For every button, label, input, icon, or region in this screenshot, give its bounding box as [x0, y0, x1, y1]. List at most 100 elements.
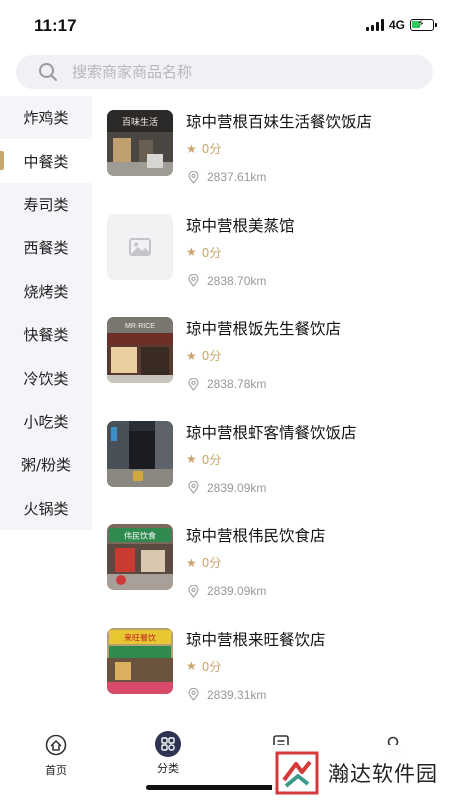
category-label: 寿司类	[23, 195, 69, 214]
store-thumbnail: 来旺餐饮	[107, 627, 173, 694]
category-item-bbq[interactable]: 烧烤类	[0, 270, 92, 313]
distance-text: 2839.09km	[207, 584, 267, 598]
store-name: 琼中营根虾客情餐饮饭店	[186, 423, 357, 442]
store-thumbnail: 百味生活	[107, 110, 173, 176]
store-rating: ★ 0分	[186, 658, 221, 675]
category-item-snacks[interactable]: 小吃类	[0, 400, 92, 443]
category-label: 冷饮类	[23, 369, 69, 388]
status-bar: 11:17 4G ⚡	[0, 0, 450, 52]
rating-text: 0分	[201, 556, 222, 570]
store-name: 琼中营根饭先生餐饮店	[186, 320, 342, 338]
store-thumbnail: MR·RICE	[107, 317, 173, 383]
status-time: 11:17	[34, 16, 77, 35]
category-item-sushi[interactable]: 寿司类	[0, 183, 92, 226]
home-indicator	[146, 785, 280, 790]
watermark: 瀚达软件园	[272, 745, 450, 800]
category-item-porridge-noodles[interactable]: 粥/粉类	[0, 443, 92, 486]
rating-text: 0分	[201, 245, 222, 260]
store-distance: 2839.09km	[188, 584, 266, 598]
star-icon: ★	[186, 452, 197, 466]
store-sign-text: 百味生活	[122, 116, 158, 128]
distance-text: 2839.31km	[207, 687, 267, 702]
store-rating: ★ 0分	[186, 244, 221, 261]
store-card[interactable]: 百味生活 琼中营根百妹生活餐饮饭店 ★ 0分 2837.61km	[92, 96, 450, 200]
store-sign-text: 来旺餐饮	[124, 632, 156, 642]
category-sidebar: 炸鸡类 中餐类 寿司类 西餐类 烧烤类 快餐类 冷饮类 小吃类 粥/粉类 火锅类	[0, 96, 92, 530]
store-name: 琼中营根美蒸馆	[186, 216, 295, 235]
category-item-hotpot[interactable]: 火锅类	[0, 487, 92, 530]
store-rating: ★ 0分	[186, 140, 221, 157]
category-item-fried-chicken[interactable]: 炸鸡类	[0, 96, 92, 139]
battery-icon: ⚡	[410, 17, 437, 31]
store-rating: ★ 0分	[186, 451, 221, 468]
location-pin-icon	[188, 481, 199, 494]
store-card[interactable]: 来旺餐饮 琼中营根来旺餐饮店 ★ 0分 2839.31km	[92, 614, 450, 711]
store-name: 琼中营根来旺餐饮店	[186, 630, 326, 649]
store-rating: ★ 0分	[186, 554, 221, 571]
location-pin-icon	[188, 584, 199, 598]
category-item-western[interactable]: 西餐类	[0, 226, 92, 269]
category-label: 火锅类	[23, 499, 69, 518]
store-sign-text: MR·RICE	[125, 323, 155, 330]
location-pin-icon	[188, 688, 199, 701]
store-thumbnail	[107, 420, 173, 487]
distance-text: 2838.70km	[207, 273, 267, 288]
search-input[interactable]	[70, 62, 404, 82]
rating-text: 0分	[201, 659, 222, 674]
star-icon: ★	[186, 141, 197, 156]
star-icon: ★	[186, 348, 197, 363]
rating-text: 0分	[201, 142, 222, 156]
status-icons: 4G ⚡	[365, 17, 437, 32]
category-label: 中餐类	[23, 152, 69, 171]
store-sign-text: 伟民饮食	[124, 531, 156, 541]
tab-label: 分类	[157, 762, 179, 775]
watermark-logo-icon	[275, 751, 319, 794]
star-icon: ★	[186, 555, 197, 570]
store-card[interactable]: MR·RICE 琼中营根饭先生餐饮店 ★ 0分 2838.78km	[92, 303, 450, 407]
distance-text: 2838.78km	[207, 377, 267, 391]
category-label: 烧烤类	[23, 282, 69, 301]
store-card[interactable]: 琼中营根虾客情餐饮饭店 ★ 0分 2839.09km	[92, 407, 450, 511]
store-name: 琼中营根百妹生活餐饮饭店	[186, 113, 373, 131]
location-pin-icon	[188, 170, 199, 184]
distance-text: 2837.61km	[207, 170, 267, 184]
tab-category[interactable]: 分类	[133, 731, 203, 776]
signal-icon	[365, 19, 384, 31]
category-label: 快餐类	[23, 326, 69, 345]
store-thumbnail-placeholder	[107, 213, 173, 280]
home-icon	[45, 734, 67, 756]
category-icon	[155, 731, 181, 757]
store-distance: 2838.78km	[188, 377, 266, 391]
tab-home[interactable]: 首页	[21, 734, 91, 778]
network-label: 4G	[388, 18, 405, 32]
category-label: 粥/粉类	[20, 456, 72, 475]
store-thumbnail: 伟民饮食	[107, 524, 173, 590]
location-pin-icon	[188, 274, 199, 287]
star-icon: ★	[186, 659, 197, 673]
category-item-fast-food[interactable]: 快餐类	[0, 313, 92, 356]
tab-label: 首页	[45, 764, 67, 777]
category-label: 炸鸡类	[23, 109, 69, 128]
rating-text: 0分	[201, 452, 222, 467]
store-distance: 2838.70km	[188, 274, 266, 288]
store-name: 琼中营根伟民饮食店	[186, 527, 326, 545]
rating-text: 0分	[201, 349, 222, 363]
category-item-chinese[interactable]: 中餐类	[0, 139, 92, 183]
store-distance: 2839.09km	[188, 481, 266, 495]
store-distance: 2837.61km	[188, 170, 266, 184]
location-pin-icon	[188, 377, 199, 391]
search-icon	[39, 63, 57, 81]
category-label: 小吃类	[23, 412, 69, 431]
search-bar[interactable]	[16, 55, 433, 89]
image-placeholder-icon	[129, 237, 151, 256]
category-label: 西餐类	[23, 239, 69, 258]
store-card[interactable]: 琼中营根美蒸馆 ★ 0分 2838.70km	[92, 200, 450, 304]
category-item-cold-drinks[interactable]: 冷饮类	[0, 356, 92, 399]
watermark-text: 瀚达软件园	[328, 761, 438, 786]
star-icon: ★	[186, 245, 197, 259]
store-distance: 2839.31km	[188, 688, 266, 702]
distance-text: 2839.09km	[207, 480, 267, 495]
store-card[interactable]: 伟民饮食 琼中营根伟民饮食店 ★ 0分 2839.09km	[92, 510, 450, 614]
store-rating: ★ 0分	[186, 347, 221, 364]
store-list: 百味生活 琼中营根百妹生活餐饮饭店 ★ 0分 2837.61km 琼中营根美蒸馆…	[92, 96, 450, 710]
